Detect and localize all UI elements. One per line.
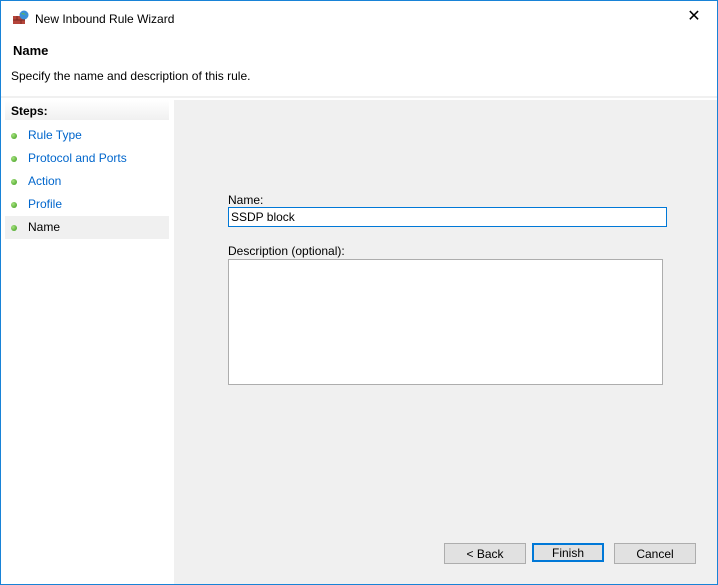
wizard-window: New Inbound Rule Wizard ✕ Name Specify t… xyxy=(0,0,718,585)
step-name: Name xyxy=(5,216,169,239)
steps-heading: Steps: xyxy=(5,100,169,120)
step-dot-icon xyxy=(11,156,17,162)
header-divider xyxy=(1,96,717,98)
page-subtitle: Specify the name and description of this… xyxy=(11,69,251,83)
step-protocol-and-ports[interactable]: Protocol and Ports xyxy=(5,147,169,170)
close-button[interactable]: ✕ xyxy=(671,1,717,31)
step-dot-icon xyxy=(11,179,17,185)
description-textarea[interactable] xyxy=(228,259,663,385)
step-action[interactable]: Action xyxy=(5,170,169,193)
name-input[interactable] xyxy=(228,207,667,227)
step-dot-icon xyxy=(11,202,17,208)
page-title: Name xyxy=(13,43,49,58)
step-profile[interactable]: Profile xyxy=(5,193,169,216)
title-bar: New Inbound Rule Wizard ✕ xyxy=(1,1,717,31)
cancel-button[interactable]: Cancel xyxy=(614,543,696,564)
close-icon: ✕ xyxy=(687,8,701,25)
name-label: Name: xyxy=(228,193,264,207)
step-dot-icon xyxy=(11,133,17,139)
firewall-globe-icon xyxy=(13,10,29,24)
window-title: New Inbound Rule Wizard xyxy=(35,12,175,26)
steps-panel: Steps: Rule Type Protocol and Ports Acti… xyxy=(5,100,169,584)
description-label: Description (optional): xyxy=(228,244,345,258)
content-panel: Name: Description (optional): < Back Fin… xyxy=(174,100,717,584)
step-dot-icon xyxy=(11,225,17,231)
finish-button[interactable]: Finish xyxy=(532,543,604,562)
back-button[interactable]: < Back xyxy=(444,543,526,564)
step-rule-type[interactable]: Rule Type xyxy=(5,124,169,147)
